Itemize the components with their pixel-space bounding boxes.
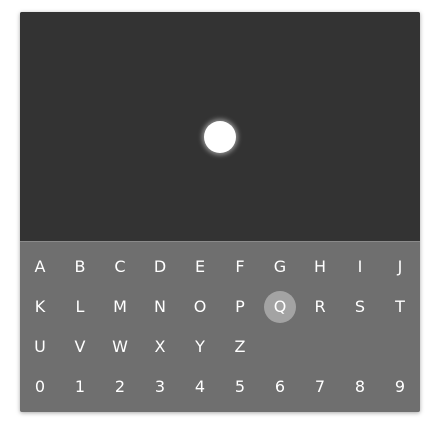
keyboard-row: KLMNOPQRST <box>20 287 420 327</box>
on-screen-keyboard: ABCDEFGHIJKLMNOPQRSTUVWXYZ0123456789 <box>20 247 420 407</box>
key-c[interactable]: C <box>104 251 136 283</box>
keyboard-panel: ABCDEFGHIJKLMNOPQRSTUVWXYZ0123456789 <box>20 12 420 412</box>
text-display-area <box>20 12 420 242</box>
key-2[interactable]: 2 <box>104 371 136 403</box>
key-y[interactable]: Y <box>184 331 216 363</box>
keyboard-row: ABCDEFGHIJ <box>20 247 420 287</box>
key-r[interactable]: R <box>304 291 336 323</box>
key-x[interactable]: X <box>144 331 176 363</box>
key-n[interactable]: N <box>144 291 176 323</box>
key-5[interactable]: 5 <box>224 371 256 403</box>
key-s[interactable]: S <box>344 291 376 323</box>
key-6[interactable]: 6 <box>264 371 296 403</box>
key-d[interactable]: D <box>144 251 176 283</box>
key-k[interactable]: K <box>24 291 56 323</box>
key-7[interactable]: 7 <box>304 371 336 403</box>
key-8[interactable]: 8 <box>344 371 376 403</box>
key-w[interactable]: W <box>104 331 136 363</box>
key-l[interactable]: L <box>64 291 96 323</box>
key-g[interactable]: G <box>264 251 296 283</box>
key-a[interactable]: A <box>24 251 56 283</box>
key-j[interactable]: J <box>384 251 416 283</box>
key-9[interactable]: 9 <box>384 371 416 403</box>
key-v[interactable]: V <box>64 331 96 363</box>
key-f[interactable]: F <box>224 251 256 283</box>
key-1[interactable]: 1 <box>64 371 96 403</box>
key-b[interactable]: B <box>64 251 96 283</box>
keyboard-row: UVWXYZ <box>20 327 420 367</box>
key-0[interactable]: 0 <box>24 371 56 403</box>
key-m[interactable]: M <box>104 291 136 323</box>
key-q[interactable]: Q <box>264 291 296 323</box>
key-u[interactable]: U <box>24 331 56 363</box>
cursor-indicator <box>204 121 236 153</box>
key-t[interactable]: T <box>384 291 416 323</box>
key-e[interactable]: E <box>184 251 216 283</box>
key-4[interactable]: 4 <box>184 371 216 403</box>
key-h[interactable]: H <box>304 251 336 283</box>
keyboard-row: 0123456789 <box>20 367 420 407</box>
key-i[interactable]: I <box>344 251 376 283</box>
key-p[interactable]: P <box>224 291 256 323</box>
key-3[interactable]: 3 <box>144 371 176 403</box>
key-z[interactable]: Z <box>224 331 256 363</box>
key-o[interactable]: O <box>184 291 216 323</box>
